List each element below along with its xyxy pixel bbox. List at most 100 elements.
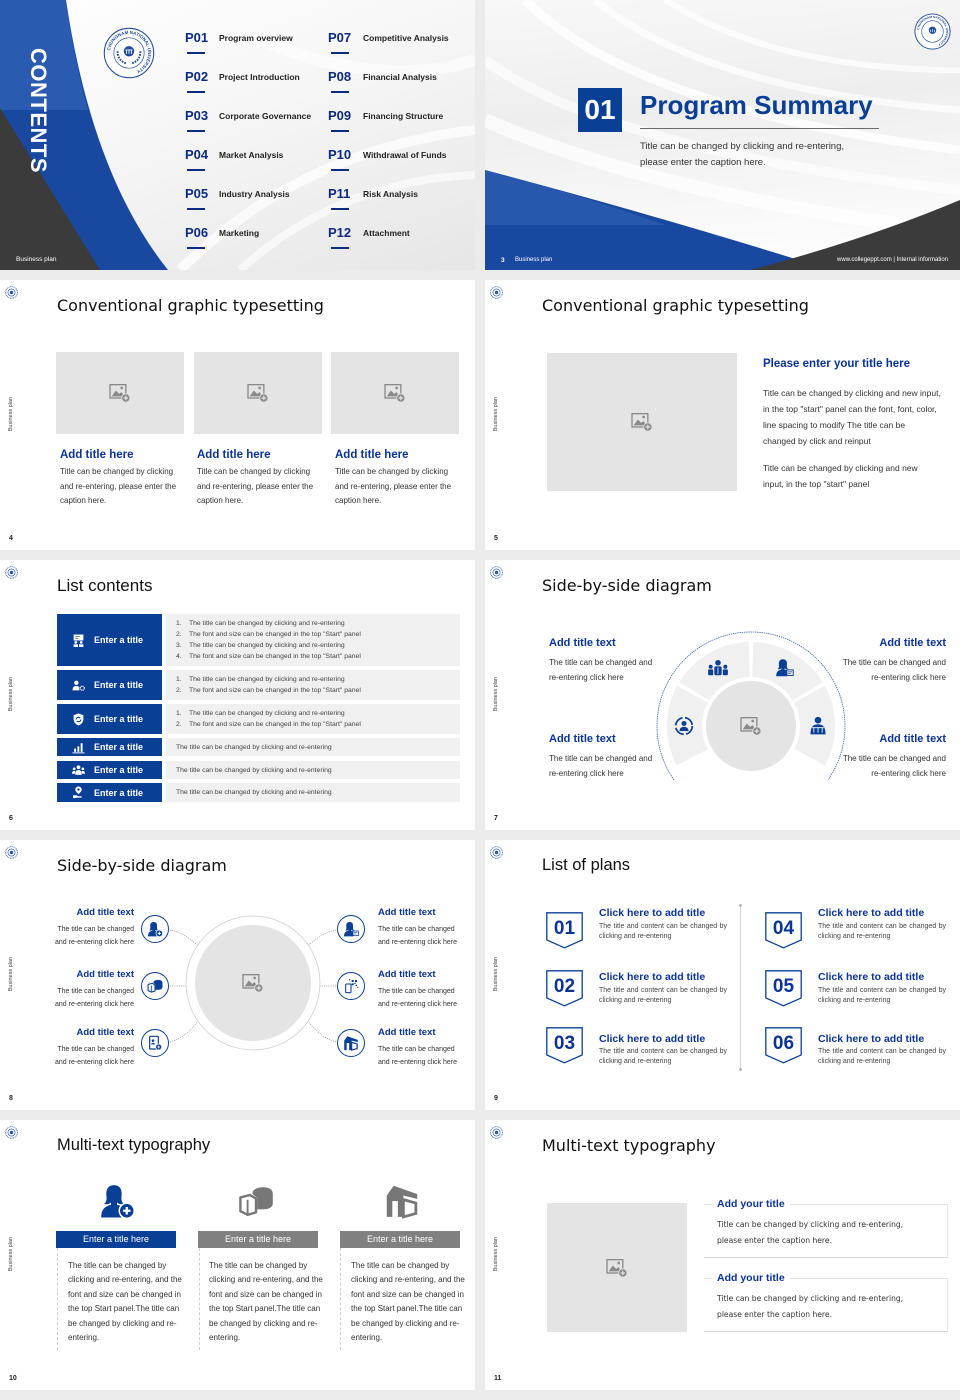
slide-hub-diagram[interactable]: Business plan 8 Side-by-side diagram Add… — [0, 840, 475, 1110]
contents-item-label[interactable]: Competitive Analysis — [363, 32, 449, 44]
university-seal-icon: CHUNGNAM NATIONAL UNIVERSITY — [914, 13, 951, 50]
contents-item-label[interactable]: Financial Analysis — [363, 71, 437, 83]
plan-title[interactable]: Click here to add title — [599, 907, 705, 919]
card-text: Title can be changed by clicking and re-… — [335, 467, 452, 505]
list-row-label: Enter a title — [94, 787, 144, 798]
side-label: Business plan — [493, 957, 499, 992]
contents-underline — [187, 169, 205, 171]
list-row-title[interactable]: Enter a title — [57, 670, 162, 700]
list-row-title[interactable]: Enter a title — [57, 738, 162, 756]
plan-text: The title and content can be changed by … — [818, 923, 946, 940]
contents-item-label[interactable]: Project Introduction — [219, 71, 300, 83]
text-block: Add your title Title can be changed by c… — [704, 1271, 948, 1332]
slide-list-of-plans[interactable]: Business plan 9 List of plans 01 Click h… — [485, 840, 960, 1110]
page-number: 10 — [9, 1375, 17, 1382]
image-placeholder[interactable] — [547, 353, 737, 491]
contents-item-label[interactable]: Corporate Governance — [219, 110, 311, 122]
presentation-icon — [72, 634, 85, 647]
contents-code[interactable]: P05 — [185, 186, 208, 202]
slide-section[interactable]: CHUNGNAM NATIONAL UNIVERSITY 01 Program … — [485, 0, 960, 270]
side-label: Business plan — [8, 677, 14, 712]
item-number: 3. — [176, 642, 182, 649]
connector-line — [307, 929, 337, 947]
id-card-icon — [141, 1029, 169, 1057]
contents-footer: Business plan — [16, 256, 57, 263]
university-seal-icon — [490, 286, 503, 299]
slide-graphic-three-cards[interactable]: Business plan 4 Conventional graphic typ… — [0, 280, 475, 550]
item-number: 4. — [176, 653, 182, 660]
plan-text: The title and content can be changed by … — [818, 987, 946, 1004]
image-placeholder[interactable] — [547, 1203, 687, 1332]
slide-arc-diagram[interactable]: Business plan 7 Side-by-side diagram Add… — [485, 560, 960, 830]
contents-code[interactable]: P08 — [328, 69, 351, 85]
item-text: The title can be changed by clicking and… — [189, 710, 345, 717]
block-title: Add title text — [76, 907, 134, 918]
contents-item-label[interactable]: Program overview — [219, 32, 293, 44]
plan-title[interactable]: Click here to add title — [599, 971, 705, 983]
list-row-title[interactable]: Enter a title — [57, 704, 162, 734]
divider-dot — [739, 1068, 742, 1071]
contents-code[interactable]: P01 — [185, 30, 208, 46]
contents-code[interactable]: P10 — [328, 147, 351, 163]
page-number: 11 — [494, 1375, 502, 1382]
plan-number-badge: 03 — [546, 1027, 583, 1064]
column-text: The title can be changed by clicking and… — [68, 1261, 182, 1343]
item-number: 1. — [176, 710, 182, 717]
plan-number: 01 — [553, 918, 576, 939]
connector-line — [169, 1020, 199, 1043]
contents-item-label[interactable]: Industry Analysis — [219, 188, 290, 200]
slide-list-contents[interactable]: Business plan 6 List contents Enter a ti… — [0, 560, 475, 830]
plan-title[interactable]: Click here to add title — [818, 907, 924, 919]
image-placeholder[interactable] — [56, 352, 184, 434]
plan-title[interactable]: Click here to add title — [818, 1033, 924, 1045]
block-text-line: please enter the caption here. — [717, 1310, 832, 1319]
plan-number: 05 — [772, 976, 795, 997]
side-label: Business plan — [8, 1237, 14, 1272]
block-title: Add title text — [378, 1027, 436, 1038]
slide-title: Side-by-side diagram — [542, 576, 712, 595]
slide-multi-text-image[interactable]: Business plan 11 Multi-text typography A… — [485, 1120, 960, 1390]
slide-multi-text-columns[interactable]: Business plan 10 Multi-text typography E… — [0, 1120, 475, 1390]
block-text: The title can be changed and re-entering… — [378, 988, 457, 1008]
list-row-title[interactable]: Enter a title — [57, 783, 162, 802]
contents-underline — [187, 208, 205, 210]
contents-code[interactable]: P02 — [185, 69, 208, 85]
contents-item-label[interactable]: Marketing — [219, 227, 259, 239]
page-number: 9 — [494, 1095, 498, 1102]
slide-graphic-image-text[interactable]: Business plan 5 Conventional graphic typ… — [485, 280, 960, 550]
contents-item-label[interactable]: Attachment — [363, 227, 410, 239]
block-title: Add title text — [76, 1027, 134, 1038]
image-placeholder[interactable] — [331, 352, 459, 434]
block-text: The title can be changed and re-entering… — [842, 754, 946, 778]
image-add-icon — [109, 383, 131, 403]
location-hand-icon — [72, 786, 85, 799]
slide-title: List contents — [57, 576, 153, 595]
slide-title: Conventional graphic typesetting — [542, 296, 809, 315]
contents-item-label[interactable]: Withdrawal of Funds — [363, 149, 447, 161]
item-number: 2. — [176, 687, 182, 694]
item-text: The title can be changed by clicking and… — [189, 620, 345, 627]
list-row-title[interactable]: Enter a title — [57, 614, 162, 666]
contents-code[interactable]: P07 — [328, 30, 351, 46]
contents-code[interactable]: P09 — [328, 108, 351, 124]
paragraph-line: Title can be changed by clicking and new… — [763, 388, 941, 398]
plan-title[interactable]: Click here to add title — [599, 1033, 705, 1045]
contents-code[interactable]: P06 — [185, 225, 208, 241]
item-text: The title can be changed by clicking and… — [176, 766, 332, 774]
list-row-title[interactable]: Enter a title — [57, 761, 162, 779]
contents-code[interactable]: P04 — [185, 147, 208, 163]
contents-underline — [331, 91, 349, 93]
contents-item-label[interactable]: Market Analysis — [219, 149, 283, 161]
contents-item-label[interactable]: Financing Structure — [363, 110, 443, 122]
contents-code[interactable]: P11 — [328, 186, 350, 202]
contents-code[interactable]: P03 — [185, 108, 208, 124]
contents-code[interactable]: P12 — [328, 225, 351, 241]
image-placeholder[interactable] — [194, 352, 322, 434]
page-number: 6 — [9, 815, 13, 822]
plan-title[interactable]: Click here to add title — [818, 971, 924, 983]
contents-item-label[interactable]: Risk Analysis — [363, 188, 418, 200]
slide-contents[interactable]: CONTENTS Business plan CHUNGNAM NATIONAL… — [0, 0, 475, 270]
pie-3d-icon — [238, 1183, 274, 1219]
list-row-content: 1. The title can be changed by clicking a… — [166, 704, 460, 734]
list-row-label: Enter a title — [94, 635, 144, 645]
